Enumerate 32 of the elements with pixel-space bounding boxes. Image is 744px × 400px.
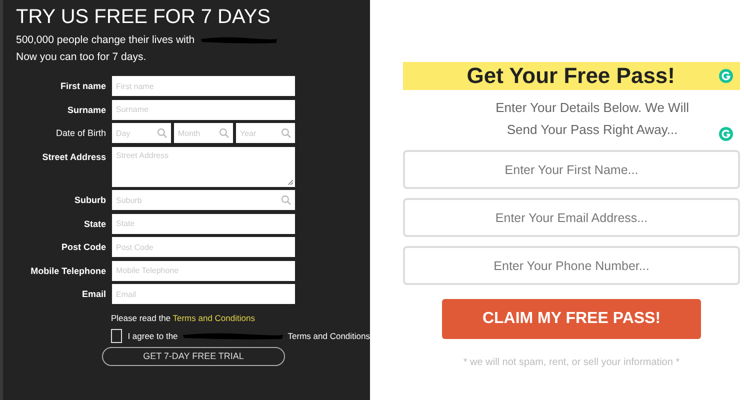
checkbox[interactable] (111, 329, 122, 343)
field-label: Suburb (74, 194, 106, 207)
resize-grip-icon (288, 180, 293, 184)
agree-text: Terms and Conditions (288, 331, 370, 341)
agree-text: I agree to the (128, 331, 178, 341)
intro-text: 500,000 people change their lives with (16, 34, 195, 46)
field-label: Email (80, 288, 106, 301)
trial-button[interactable]: GET 7-DAY FREE TRIAL (102, 346, 285, 366)
input-field[interactable]: Enter Your Phone Number... (403, 246, 740, 285)
search-icon (281, 128, 291, 138)
terms-link[interactable]: Terms and Conditions (172, 313, 255, 323)
form-subtitle: Enter Your Details Below. We Will Send Your Pass Right Away... (496, 99, 689, 139)
field-label: First name (59, 80, 106, 93)
search-icon (157, 128, 167, 138)
field-label: Mobile Telephone (30, 264, 106, 278)
form-title: TRY US FREE FOR 7 DAYS (16, 6, 272, 28)
circle-arrow-icon (719, 69, 733, 83)
field-label: Date of Birth (54, 127, 106, 140)
form-heading: Get Your Free Pass! (466, 63, 675, 89)
field-label: State (82, 218, 106, 230)
circle-arrow-icon (719, 127, 733, 141)
claim-button[interactable]: CLAIM MY FREE PASS! (442, 299, 701, 339)
input-field[interactable]: Enter Your First Name... (403, 150, 740, 189)
intro-text: Now you can too for 7 days. (16, 50, 146, 62)
search-icon (219, 128, 229, 138)
terms-note: Please read the Terms and Conditions (111, 313, 256, 323)
input-field[interactable]: Enter Your Email Address... (403, 198, 740, 237)
field-label: Surname (66, 104, 106, 116)
privacy-note: * we will not spam, rent, or sell your information * (462, 357, 681, 368)
field-label: Street Address (41, 150, 106, 164)
search-icon (281, 195, 291, 205)
field-label: Post Code (60, 241, 106, 254)
